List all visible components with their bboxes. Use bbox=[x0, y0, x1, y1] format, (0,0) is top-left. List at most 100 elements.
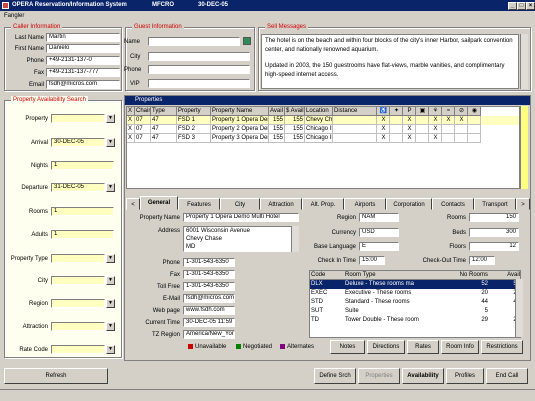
address-line-1: 6001 Wisconsin Avenue bbox=[186, 228, 250, 234]
address-line-2: Chevy Chase bbox=[186, 236, 223, 242]
guest-name-field[interactable] bbox=[148, 37, 240, 46]
phone-info-label: Phone bbox=[162, 260, 180, 266]
maximize-button[interactable]: □ bbox=[517, 2, 526, 10]
sell-messages-scrollbar[interactable] bbox=[520, 34, 528, 89]
restrictions-button[interactable]: Restrictions bbox=[481, 340, 523, 354]
rooms-field[interactable]: 1 bbox=[51, 207, 114, 216]
property-cell-x: X bbox=[127, 125, 135, 134]
room-cell-code: STD bbox=[311, 299, 323, 305]
property-type-dropdown-icon[interactable]: ▼ bbox=[106, 254, 115, 263]
profiles-button[interactable]: Profiles bbox=[446, 368, 484, 384]
adults-field[interactable]: 1 bbox=[51, 230, 114, 239]
properties-scrollbar[interactable] bbox=[520, 106, 528, 189]
tab-contacts[interactable]: Contacts bbox=[432, 198, 474, 210]
minimize-button[interactable]: _ bbox=[508, 2, 517, 10]
region-field[interactable] bbox=[51, 299, 105, 308]
guest-city-field[interactable] bbox=[148, 52, 250, 61]
phone-field[interactable]: +49-2131-137-0 bbox=[46, 56, 120, 65]
col-property-name[interactable]: Property Name bbox=[211, 107, 269, 116]
tab-city[interactable]: City bbox=[220, 198, 260, 210]
property-dropdown-icon[interactable]: ▼ bbox=[106, 114, 115, 123]
col-code[interactable]: Code bbox=[310, 271, 344, 279]
attraction-field[interactable] bbox=[51, 322, 105, 331]
define-search-button[interactable]: Define Srch bbox=[314, 368, 356, 384]
property-row[interactable]: X0747FSD 3Property 3 Opera Demo155155Chi… bbox=[127, 134, 519, 143]
amenity-tv-icon[interactable]: ▣ bbox=[416, 107, 429, 116]
tab-next-icon[interactable]: > bbox=[516, 198, 530, 210]
rate-code-dropdown-icon[interactable]: ▼ bbox=[106, 345, 115, 354]
property-row[interactable]: X0747FSD 2Property 2 Opera Demo155155Chi… bbox=[127, 125, 519, 134]
col-no-rooms[interactable]: No Rooms bbox=[448, 271, 488, 279]
amenity-gym-icon[interactable]: ◉ bbox=[468, 107, 481, 116]
col-property[interactable]: Property bbox=[177, 107, 211, 116]
guest-lookup-icon[interactable] bbox=[243, 37, 251, 45]
guest-vip-field[interactable] bbox=[148, 79, 250, 88]
tab-features[interactable]: Features bbox=[178, 198, 220, 210]
region-dropdown-icon[interactable]: ▼ bbox=[106, 299, 115, 308]
tz-label: TZ Region bbox=[151, 332, 180, 338]
web-field[interactable]: www.fsdh.com bbox=[183, 306, 235, 315]
amenity-restaurant-icon[interactable]: ⚘ bbox=[429, 107, 442, 116]
col-location[interactable]: Location bbox=[305, 107, 333, 116]
col-avail[interactable]: Avail bbox=[269, 107, 285, 116]
room-type-row[interactable]: DLXDeluxe - These rooms ma5252 bbox=[310, 280, 520, 289]
tab-general[interactable]: General bbox=[140, 196, 178, 210]
col-chain[interactable]: Chain bbox=[135, 107, 151, 116]
property-field[interactable] bbox=[51, 114, 105, 123]
notes-button[interactable]: Notes bbox=[330, 340, 365, 354]
refresh-button[interactable]: Refresh bbox=[4, 368, 108, 384]
col-room-type[interactable]: Room Type bbox=[344, 271, 448, 279]
tab-corporation[interactable]: Corporation bbox=[386, 198, 432, 210]
availability-button[interactable]: Availability bbox=[402, 368, 444, 384]
properties-button[interactable]: Properties bbox=[358, 368, 400, 384]
tab-attraction[interactable]: Attraction bbox=[260, 198, 302, 210]
first-name-field[interactable]: Danielo bbox=[46, 44, 120, 53]
tab-airports[interactable]: Airports bbox=[344, 198, 386, 210]
fax-field[interactable]: +49-2131-137-777 bbox=[46, 68, 120, 77]
directions-button[interactable]: Directions bbox=[367, 340, 405, 354]
menu-fangler[interactable]: Fangler bbox=[4, 13, 24, 19]
arrival-field[interactable]: 30-DEC-05 bbox=[51, 138, 105, 147]
amenity-pool-icon[interactable]: ≈ bbox=[442, 107, 455, 116]
sell-messages-box[interactable]: The hotel is on the beach and within fou… bbox=[261, 34, 519, 89]
nights-field[interactable]: 1 bbox=[51, 161, 114, 170]
col-avail-rooms[interactable]: Avail bbox=[488, 271, 520, 279]
col-savail[interactable]: $ Avail bbox=[285, 107, 305, 116]
arrival-calendar-icon[interactable]: ▼ bbox=[106, 138, 115, 147]
end-call-button[interactable]: End Call bbox=[486, 368, 528, 384]
departure-field[interactable]: 31-DEC-05 bbox=[51, 183, 105, 192]
room-type-row[interactable]: EXECExecutive - These rooms2020 bbox=[310, 289, 520, 298]
last-name-field[interactable]: Martin bbox=[46, 33, 120, 42]
email-info-field[interactable]: fsdh@micros.com bbox=[183, 294, 235, 303]
property-cell-name: Property 2 Opera Demo bbox=[211, 125, 269, 134]
col-distance[interactable]: Distance bbox=[333, 107, 377, 116]
amenity-pet-icon[interactable]: ✦ bbox=[390, 107, 403, 116]
attraction-dropdown-icon[interactable]: ▼ bbox=[106, 322, 115, 331]
address-scrollbar[interactable] bbox=[291, 226, 299, 252]
email-field[interactable]: fsdh@micros.com bbox=[46, 80, 120, 89]
guest-phone-field[interactable] bbox=[148, 65, 250, 74]
room-type-row[interactable]: STDStandard - These rooms4444 bbox=[310, 298, 520, 307]
amenity-nosmoking-icon[interactable]: ⊘ bbox=[455, 107, 468, 116]
rate-code-field[interactable] bbox=[51, 345, 105, 354]
amenity-cell bbox=[390, 116, 403, 125]
property-row[interactable]: X0747FSD 1Property 1 Opera Demo155155Che… bbox=[127, 116, 519, 125]
col-x[interactable]: X bbox=[127, 107, 135, 116]
amenity-wheelchair-icon[interactable]: ♿ bbox=[377, 107, 390, 116]
room-type-row[interactable]: TDTower Double - These room2929 bbox=[310, 316, 520, 325]
property-type-field[interactable] bbox=[51, 254, 105, 263]
property-type-label: Property Type bbox=[10, 256, 48, 262]
rates-button[interactable]: Rates bbox=[407, 340, 439, 354]
room-info-button[interactable]: Room Info bbox=[441, 340, 479, 354]
col-type[interactable]: Type bbox=[151, 107, 177, 116]
room-type-row[interactable]: SUTSuite55 bbox=[310, 307, 520, 316]
city-field[interactable] bbox=[51, 276, 105, 285]
tab-transport[interactable]: Transport bbox=[474, 198, 516, 210]
close-button[interactable]: × bbox=[526, 2, 535, 10]
room-type-scrollbar[interactable] bbox=[515, 279, 523, 337]
tab-alt-prop[interactable]: Alt. Prop. bbox=[302, 198, 344, 210]
city-dropdown-icon[interactable]: ▼ bbox=[106, 276, 115, 285]
departure-calendar-icon[interactable]: ▼ bbox=[106, 183, 115, 192]
amenity-parking-icon[interactable]: P bbox=[403, 107, 416, 116]
tab-prev-icon[interactable]: < bbox=[126, 198, 140, 210]
